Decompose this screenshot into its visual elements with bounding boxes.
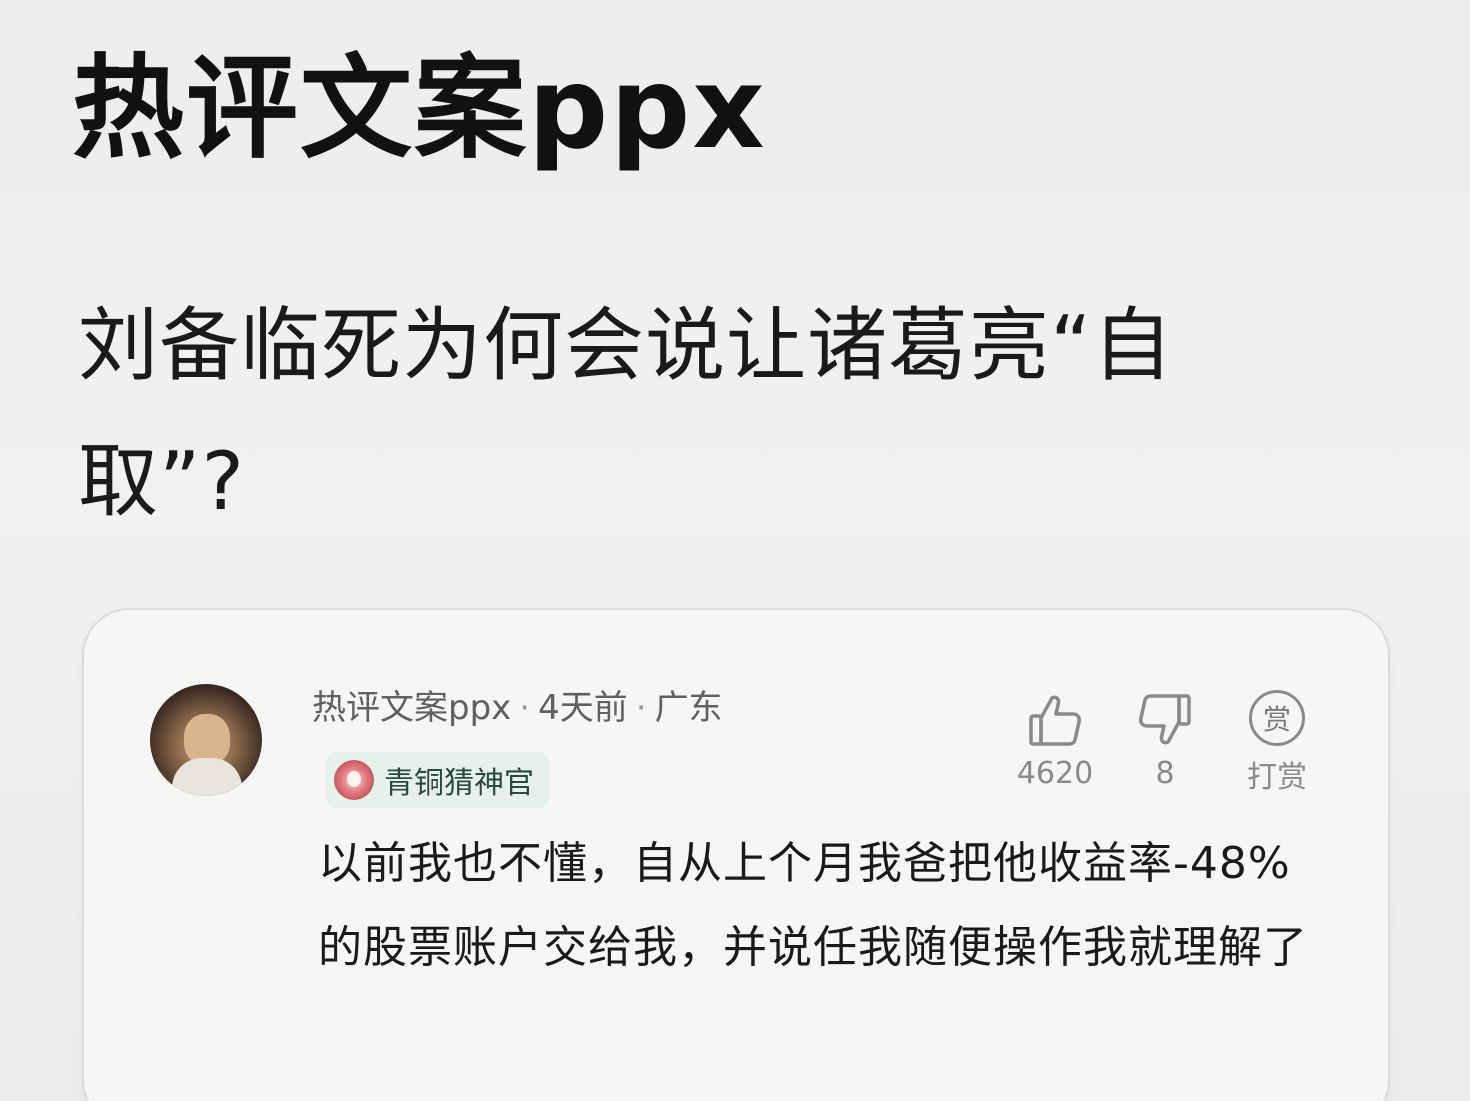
screen: 热评文案ppx 刘备临死为何会说让诸葛亮“自取”? 热评文案ppx · 4天前 · 广东… xyxy=(0,0,1470,1101)
comment-text[interactable]: 以前我也不懂，自从上个月我爸把他收益率-48%的股票账户交给我，并说任我随便操作… xyxy=(318,822,1318,990)
page-title: 热评文案ppx xyxy=(72,44,767,174)
dislike-count: 8 xyxy=(1155,756,1175,791)
tip-label: 打赏 xyxy=(1247,760,1307,795)
user-badge[interactable]: 青铜猜神官 xyxy=(326,752,550,808)
avatar[interactable] xyxy=(150,684,262,796)
thumbs-down-icon xyxy=(1139,694,1191,745)
separator-dot: · xyxy=(519,688,531,728)
dislike-button[interactable]: 8 xyxy=(1120,690,1210,791)
like-count: 4620 xyxy=(1016,756,1094,791)
tip-button[interactable]: 赏 打赏 xyxy=(1232,690,1322,796)
flower-badge-icon xyxy=(334,760,374,800)
thumbs-up-icon xyxy=(1029,695,1081,746)
like-button[interactable]: 4620 xyxy=(1010,690,1100,791)
comment-author[interactable]: 热评文案ppx xyxy=(312,688,511,728)
avatar-face xyxy=(184,714,230,764)
comment-meta: 热评文案ppx · 4天前 · 广东 xyxy=(312,680,723,729)
post-question[interactable]: 刘备临死为何会说让诸葛亮“自取”? xyxy=(78,278,1238,550)
avatar-shirt xyxy=(172,758,242,796)
separator-dot: · xyxy=(635,688,647,728)
badge-label: 青铜猜神官 xyxy=(384,766,534,801)
comment-time: 4天前 xyxy=(538,688,628,728)
comment-location: 广东 xyxy=(654,688,723,728)
reward-icon: 赏 xyxy=(1249,690,1305,746)
